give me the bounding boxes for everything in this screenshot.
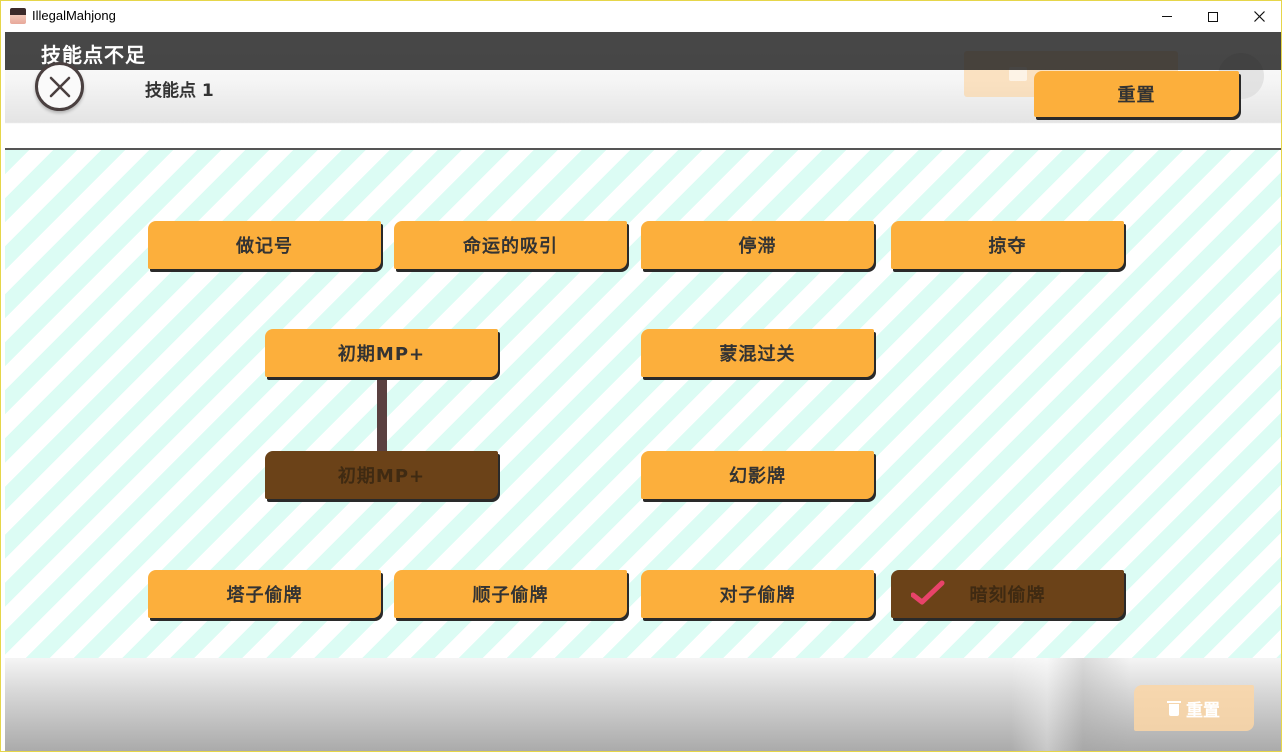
skill-stagnation[interactable]: 停滞 [641,221,874,269]
game-window: IllegalMahjong 技能点不足 技能点 1 重置 做记号 命运的吸引 [0,0,1282,752]
minimize-button[interactable] [1144,1,1190,32]
skill-fate-attraction[interactable]: 命运的吸引 [394,221,627,269]
close-skill-panel-button[interactable] [35,62,84,111]
minimize-icon [1162,16,1172,17]
skill-toitsu-steal[interactable]: 对子偷牌 [641,570,874,618]
skill-connector [377,376,387,452]
window-title: IllegalMahjong [32,8,116,23]
reset-all-label: 重置 [1186,700,1220,721]
app-icon [10,8,26,24]
skill-initial-mp-plus[interactable]: 初期MP+ [265,329,498,377]
skill-bluff[interactable]: 蒙混过关 [641,329,874,377]
skill-mark[interactable]: 做记号 [148,221,381,269]
window-close-button[interactable] [1236,1,1281,32]
close-icon [49,76,70,97]
background-decoration [1011,658,1131,751]
maximize-button[interactable] [1190,1,1236,32]
skill-shuntsu-steal[interactable]: 顺子偷牌 [394,570,627,618]
skill-label: 暗刻偷牌 [969,585,1046,606]
skill-plunder[interactable]: 掠夺 [891,221,1124,269]
reset-button[interactable]: 重置 [1034,71,1239,117]
skill-ankou-steal[interactable]: 暗刻偷牌 [891,570,1124,618]
toast-bar [5,32,1281,70]
trash-icon [1167,700,1181,716]
skill-initial-mp-plus-2[interactable]: 初期MP+ [265,451,498,499]
reset-all-button[interactable]: 重置 [1134,685,1254,731]
skill-phantom-tile[interactable]: 幻影牌 [641,451,874,499]
close-icon [1253,11,1265,22]
maximize-icon [1208,11,1218,22]
title-bar: IllegalMahjong [1,1,1281,32]
skill-points-label: 技能点 1 [145,81,214,101]
skill-taatsu-steal[interactable]: 塔子偷牌 [148,570,381,618]
checkmark-icon [911,580,945,605]
